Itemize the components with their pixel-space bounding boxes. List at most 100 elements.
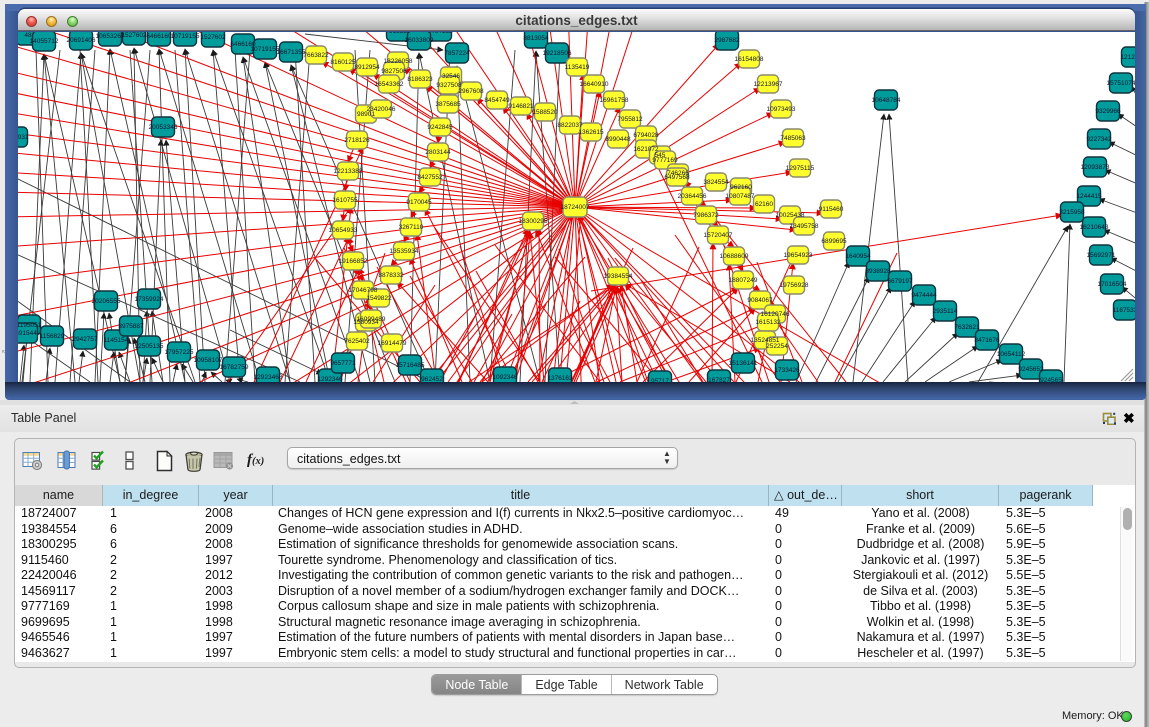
svg-text:15136141: 15136141 (729, 360, 758, 367)
svg-text:16671355: 16671355 (277, 49, 306, 56)
svg-text:391544: 391544 (18, 330, 37, 337)
svg-text:7955812: 7955812 (617, 116, 643, 123)
svg-text:2967608: 2967608 (458, 88, 484, 95)
svg-text:1376163: 1376163 (547, 375, 573, 382)
svg-text:16961758: 16961758 (600, 97, 629, 104)
svg-text:10719155: 10719155 (251, 46, 280, 53)
svg-text:6794028: 6794028 (633, 132, 659, 139)
svg-text:10648784: 10648784 (872, 97, 901, 104)
svg-text:9827506: 9827506 (381, 68, 407, 75)
svg-text:9329966: 9329966 (1095, 108, 1121, 115)
svg-text:1615132: 1615132 (755, 319, 781, 326)
svg-text:6899695: 6899695 (821, 238, 847, 245)
svg-text:10973493: 10973493 (767, 106, 796, 113)
svg-text:9474444: 9474444 (911, 292, 937, 299)
svg-text:962160: 962160 (730, 184, 752, 191)
svg-text:1145154: 1145154 (104, 337, 129, 344)
svg-text:10654933: 10654933 (329, 227, 358, 234)
svg-text:7625402: 7625402 (344, 338, 370, 345)
svg-text:16120746: 16120746 (761, 311, 790, 318)
svg-text:9227342: 9227342 (1086, 136, 1112, 143)
svg-text:9084067: 9084067 (747, 297, 773, 304)
svg-text:9657771: 9657771 (330, 360, 356, 367)
svg-text:20691406: 20691406 (67, 37, 96, 44)
svg-text:1092346: 1092346 (492, 374, 518, 381)
svg-text:8471676: 8471676 (974, 337, 1000, 344)
svg-text:17016504: 17016504 (1098, 281, 1127, 288)
svg-text:20364456: 20364456 (678, 193, 707, 200)
svg-text:18300295: 18300295 (519, 218, 548, 225)
svg-text:167827: 167827 (708, 377, 730, 382)
svg-text:32546: 32546 (442, 73, 460, 80)
svg-text:20206555: 20206555 (92, 298, 121, 305)
svg-text:10688609: 10688609 (720, 253, 749, 260)
svg-text:9115460: 9115460 (819, 206, 844, 213)
svg-text:16914479: 16914479 (378, 340, 407, 347)
svg-text:8160125: 8160125 (330, 59, 356, 66)
svg-text:2718126: 2718126 (344, 137, 370, 144)
svg-text:8990448: 8990448 (605, 136, 631, 143)
svg-text:1135419: 1135419 (565, 64, 590, 71)
svg-text:7663822: 7663822 (303, 52, 329, 59)
svg-text:9245652: 9245652 (1018, 366, 1044, 373)
svg-text:9464132: 9464132 (427, 32, 453, 35)
svg-text:10958107: 10958107 (194, 357, 223, 364)
svg-text:62160: 62160 (755, 201, 773, 208)
svg-text:9170045: 9170045 (406, 199, 432, 206)
svg-text:3267110: 3267110 (399, 224, 424, 231)
svg-text:19384554: 19384554 (604, 273, 633, 280)
svg-text:12213967: 12213967 (754, 81, 783, 88)
svg-text:16640910: 16640910 (580, 81, 609, 88)
svg-text:2942757: 2942757 (72, 336, 98, 343)
svg-text:19654923: 19654923 (784, 252, 813, 259)
svg-text:16154808: 16154808 (735, 56, 764, 63)
svg-text:8878332: 8878332 (378, 272, 404, 279)
svg-text:12975115: 12975115 (786, 165, 815, 172)
svg-text:10025438: 10025438 (776, 212, 805, 219)
svg-text:17957225: 17957225 (165, 349, 194, 356)
svg-text:1527602: 1527602 (200, 34, 226, 41)
svg-text:12923468: 12923468 (254, 374, 283, 381)
svg-text:8186323: 8186323 (407, 76, 433, 83)
svg-text:16210643: 16210643 (1080, 224, 1109, 231)
svg-text:9242845: 9242845 (427, 124, 453, 131)
svg-text:1362615: 1362615 (578, 129, 604, 136)
svg-text:2987682: 2987682 (714, 37, 740, 44)
svg-text:8813054: 8813054 (523, 35, 549, 42)
svg-text:1292346: 1292346 (317, 376, 343, 382)
svg-text:8822037: 8822037 (557, 122, 583, 129)
svg-text:2935114: 2935114 (933, 308, 958, 315)
svg-text:8454749: 8454749 (484, 97, 510, 104)
svg-text:3875685: 3875685 (435, 101, 461, 108)
svg-text:1156829: 1156829 (40, 333, 65, 340)
svg-text:962452: 962452 (421, 376, 443, 382)
svg-text:1602931: 1602931 (18, 134, 29, 141)
svg-text:8938928: 8938928 (865, 268, 891, 275)
svg-text:14055712: 14055712 (30, 38, 59, 45)
svg-text:17046798: 17046798 (349, 287, 378, 294)
svg-text:1167533: 1167533 (1113, 307, 1135, 314)
svg-text:9777169: 9777169 (652, 157, 678, 164)
svg-text:6466160: 6466160 (146, 33, 172, 40)
svg-text:12505135: 12505135 (135, 343, 164, 350)
svg-text:1588520: 1588520 (532, 109, 558, 116)
svg-text:9146821: 9146821 (508, 103, 534, 110)
svg-text:6497568: 6497568 (664, 174, 690, 181)
svg-text:3824554: 3824554 (703, 179, 729, 186)
svg-text:16782759: 16782759 (220, 364, 249, 371)
svg-text:3215958: 3215958 (1059, 209, 1085, 216)
svg-text:1244415: 1244415 (1076, 193, 1102, 200)
svg-text:7857224: 7857224 (444, 50, 470, 57)
svg-text:15716485: 15716485 (396, 362, 425, 369)
svg-text:12093873: 12093873 (1081, 164, 1110, 171)
svg-text:8427552: 8427552 (417, 174, 443, 181)
svg-text:6679197: 6679197 (887, 278, 913, 285)
svg-text:1527602: 1527602 (121, 32, 147, 39)
svg-text:2803144: 2803144 (425, 149, 451, 156)
svg-text:18724007: 18724007 (561, 204, 590, 211)
svg-text:7485063: 7485063 (780, 135, 806, 142)
svg-text:19218506: 19218506 (543, 50, 572, 57)
svg-text:17359924: 17359924 (135, 296, 164, 303)
svg-text:15751074: 15751074 (1107, 80, 1135, 87)
svg-text:1640954: 1640954 (845, 253, 871, 260)
